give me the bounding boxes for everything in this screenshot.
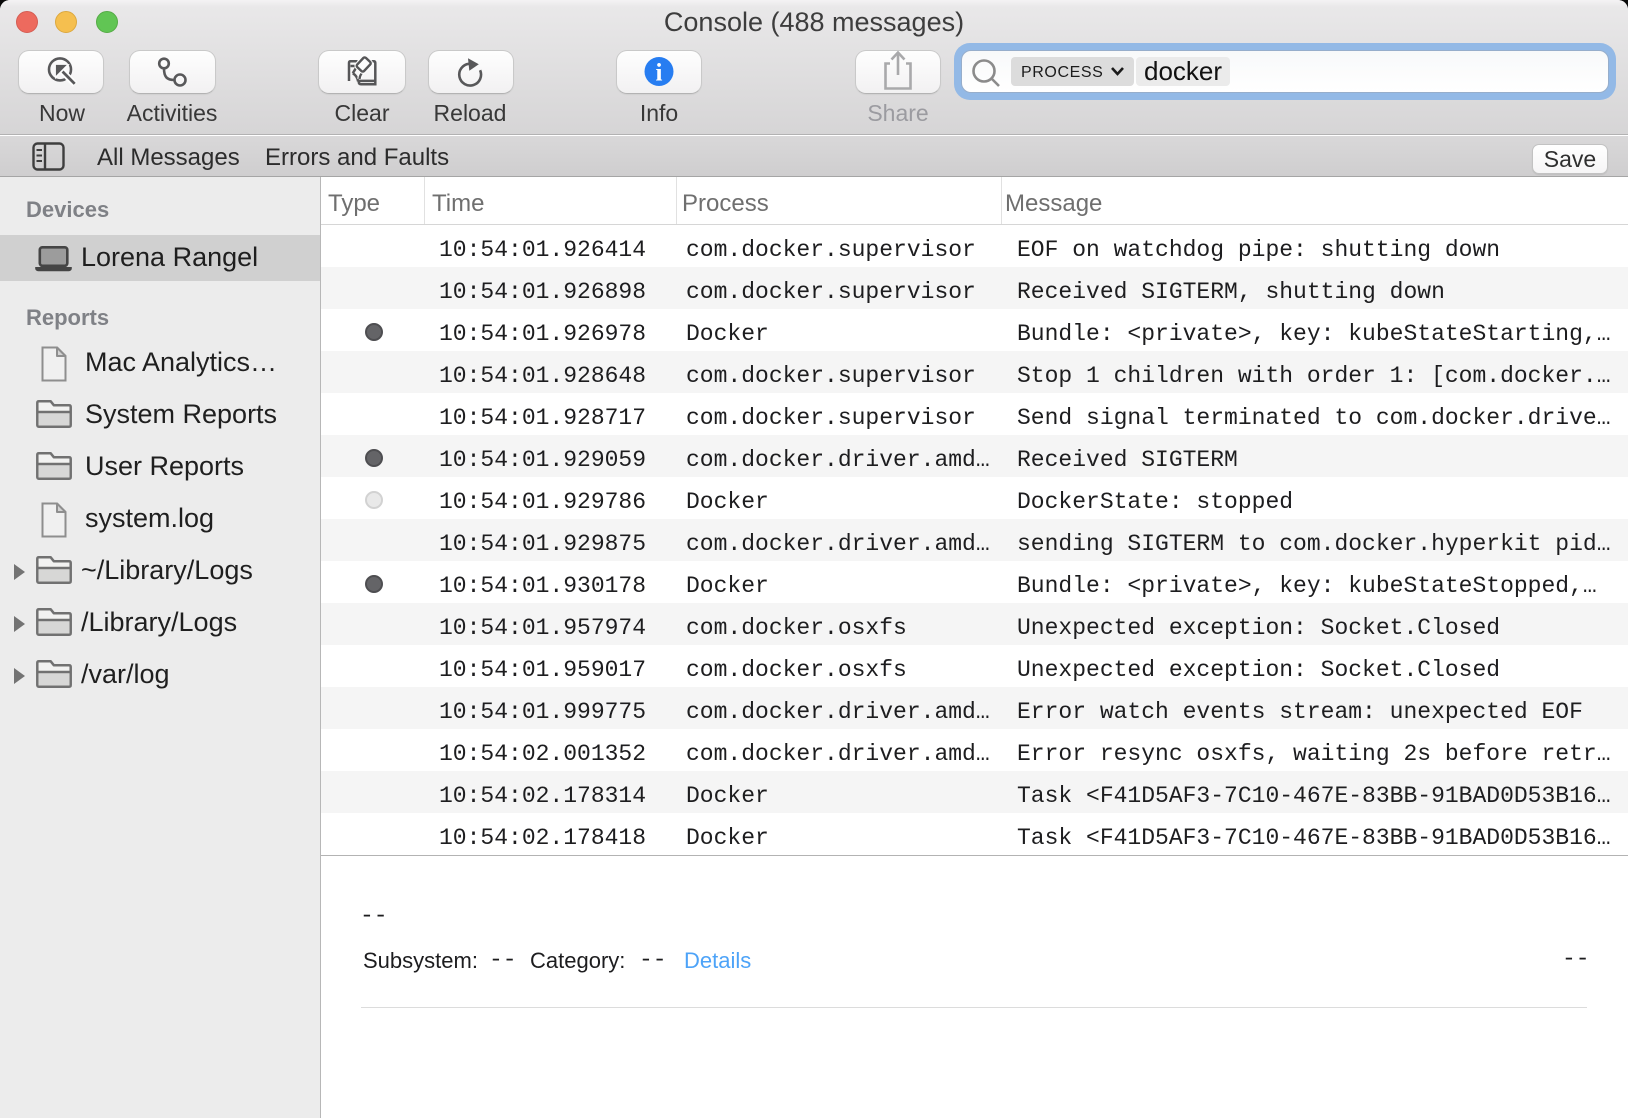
svg-text:i: i [656,60,663,87]
